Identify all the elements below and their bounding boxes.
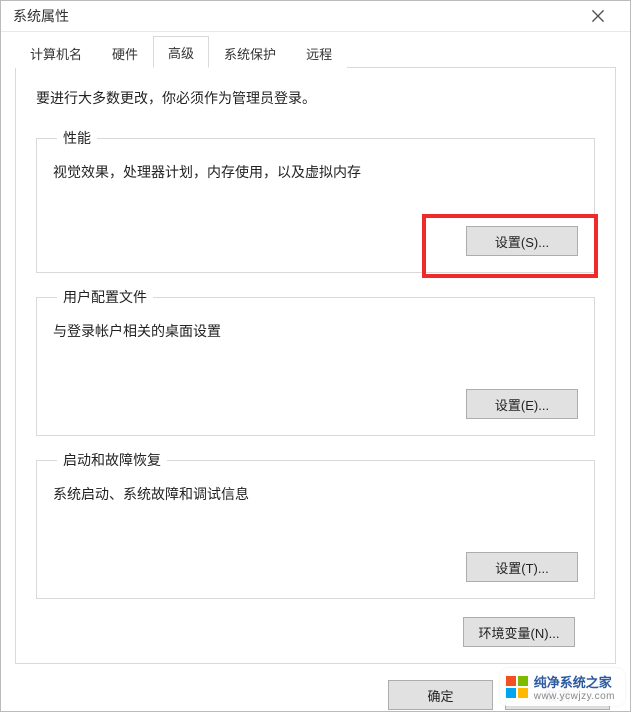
close-icon [591, 9, 605, 23]
ok-button[interactable]: 确定 [388, 680, 493, 710]
tab-panel-advanced: 要进行大多数更改，你必须作为管理员登录。 性能 视觉效果，处理器计划，内存使用，… [15, 68, 616, 664]
close-button[interactable] [578, 1, 618, 31]
titlebar: 系统属性 [1, 1, 630, 32]
tab-system-protection[interactable]: 系统保护 [209, 37, 291, 68]
startup-recovery-desc: 系统启动、系统故障和调试信息 [53, 484, 578, 504]
window-title: 系统属性 [13, 6, 578, 26]
startup-recovery-legend: 启动和故障恢复 [57, 450, 167, 470]
performance-legend: 性能 [57, 128, 97, 148]
performance-desc: 视觉效果，处理器计划，内存使用，以及虚拟内存 [53, 162, 578, 182]
tab-computer-name[interactable]: 计算机名 [15, 37, 97, 68]
user-profiles-legend: 用户配置文件 [57, 287, 153, 307]
env-var-row: 环境变量(N)... [36, 617, 595, 647]
tab-hardware[interactable]: 硬件 [97, 37, 153, 68]
user-profiles-settings-button[interactable]: 设置(E)... [466, 389, 578, 419]
performance-settings-button[interactable]: 设置(S)... [466, 226, 578, 256]
watermark-text: 纯净系统之家 [534, 672, 615, 691]
performance-group: 性能 视觉效果，处理器计划，内存使用，以及虚拟内存 设置(S)... [36, 128, 595, 273]
tab-bar: 计算机名 硬件 高级 系统保护 远程 [15, 38, 616, 68]
environment-variables-button[interactable]: 环境变量(N)... [463, 617, 575, 647]
system-properties-window: 系统属性 计算机名 硬件 高级 系统保护 远程 要进行大多数更改，你必须作为管理… [0, 0, 631, 712]
admin-notice: 要进行大多数更改，你必须作为管理员登录。 [36, 88, 595, 108]
startup-recovery-settings-button[interactable]: 设置(T)... [466, 552, 578, 582]
content-area: 计算机名 硬件 高级 系统保护 远程 要进行大多数更改，你必须作为管理员登录。 … [1, 32, 630, 728]
startup-recovery-group: 启动和故障恢复 系统启动、系统故障和调试信息 设置(T)... [36, 450, 595, 599]
watermark-badge: 纯净系统之家 www.ycwjzy.com [500, 668, 625, 706]
tab-advanced[interactable]: 高级 [153, 36, 209, 68]
watermark-url: www.ycwjzy.com [534, 691, 615, 702]
user-profiles-desc: 与登录帐户相关的桌面设置 [53, 321, 578, 341]
tab-remote[interactable]: 远程 [291, 37, 347, 68]
user-profiles-group: 用户配置文件 与登录帐户相关的桌面设置 设置(E)... [36, 287, 595, 436]
windows-logo-icon [506, 676, 528, 698]
